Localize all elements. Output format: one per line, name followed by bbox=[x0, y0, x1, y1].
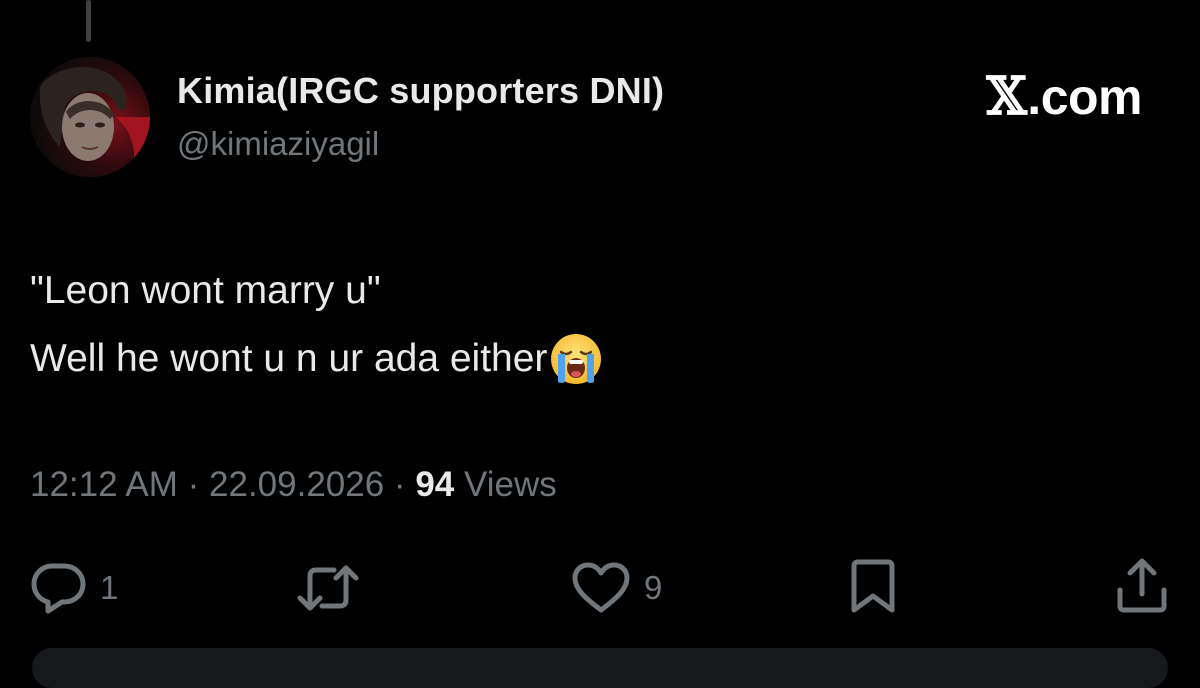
tweet-line-1: "Leon wont marry u" bbox=[30, 269, 381, 312]
like-count: 9 bbox=[644, 569, 663, 606]
tweet-line-2-text: Well he wont u n ur ada either bbox=[30, 337, 548, 380]
reply-input-bar[interactable] bbox=[32, 648, 1168, 688]
tweet-date[interactable]: 22.09.2026 bbox=[209, 465, 384, 504]
action-bar: 1 9 bbox=[0, 552, 1200, 622]
tweet-text: "Leon wont marry u" Well he wont u n ur … bbox=[30, 257, 603, 393]
user-handle[interactable]: @kimiaziyagil bbox=[177, 125, 379, 163]
thread-connector-line bbox=[86, 0, 91, 42]
tweet-meta: 12:12 AM · 22.09.2026 · 94 Views bbox=[30, 465, 557, 505]
reply-button[interactable]: 1 bbox=[30, 560, 118, 616]
heart-icon bbox=[572, 562, 630, 613]
x-logo-icon: 𝕏 bbox=[986, 66, 1027, 127]
share-icon bbox=[1117, 558, 1167, 613]
loudly-crying-face-emoji-icon bbox=[549, 332, 603, 386]
retweet-button[interactable] bbox=[296, 560, 360, 616]
bookmark-icon bbox=[851, 559, 895, 613]
like-button[interactable]: 9 bbox=[570, 560, 662, 616]
brand-logo: 𝕏 .com bbox=[986, 66, 1142, 127]
share-button[interactable] bbox=[1114, 556, 1170, 616]
tweet-line-2: Well he wont u n ur ada either bbox=[30, 325, 603, 393]
views-count: 94 bbox=[415, 465, 455, 504]
meta-separator: · bbox=[187, 465, 200, 504]
reply-count: 1 bbox=[100, 569, 119, 606]
meta-separator: · bbox=[393, 465, 406, 504]
reply-icon bbox=[31, 563, 86, 614]
tweet-time[interactable]: 12:12 AM bbox=[30, 465, 178, 504]
brand-suffix: .com bbox=[1027, 69, 1142, 125]
avatar[interactable] bbox=[30, 57, 150, 177]
display-name[interactable]: Kimia(IRGC supporters DNI) bbox=[177, 70, 664, 112]
views-label: Views bbox=[463, 465, 557, 504]
bookmark-button[interactable] bbox=[848, 558, 898, 616]
retweet-icon bbox=[297, 565, 359, 611]
